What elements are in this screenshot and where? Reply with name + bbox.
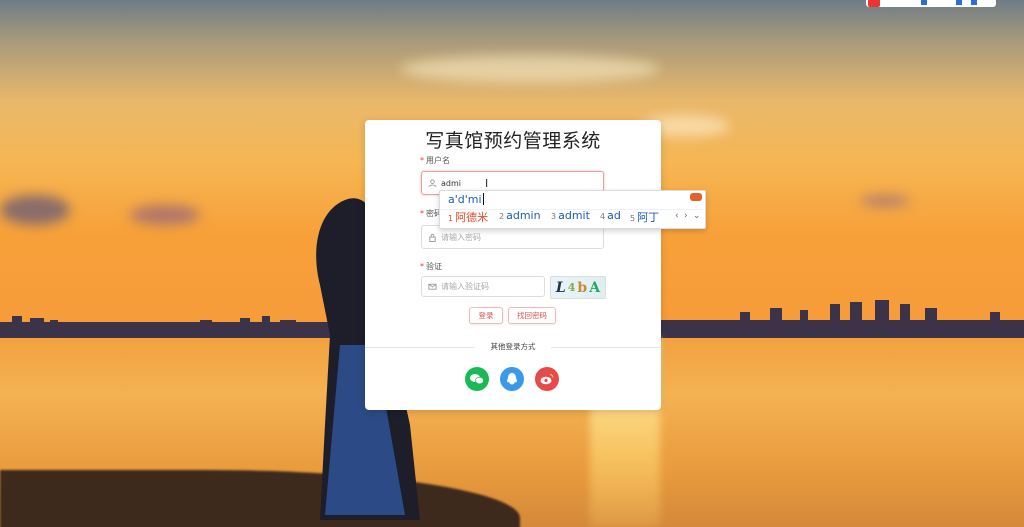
ime-expand-icon[interactable]: ⌄ bbox=[693, 211, 701, 221]
text-cursor-icon: I bbox=[485, 177, 489, 190]
ime-candidate[interactable]: 1 阿德米 bbox=[448, 209, 488, 225]
qq-icon bbox=[507, 373, 517, 385]
ime-candidate[interactable]: 3 admit bbox=[551, 209, 590, 222]
find-password-button[interactable]: 找回密码 bbox=[508, 307, 556, 324]
cloud bbox=[130, 205, 200, 225]
wechat-icon bbox=[470, 374, 484, 385]
weibo-icon bbox=[540, 373, 554, 385]
cloud bbox=[860, 195, 910, 207]
cloud bbox=[0, 195, 70, 225]
captcha-char: b bbox=[577, 279, 588, 296]
ime-skin-icon[interactable] bbox=[690, 193, 702, 201]
ime-candidate[interactable]: 5 阿丁 bbox=[630, 209, 659, 225]
login-button[interactable]: 登录 bbox=[469, 307, 503, 324]
toolbar-icon[interactable] bbox=[971, 0, 977, 5]
ime-candidate-window: a'd'mi 1 阿德米 2 admin 3 admit 4 ad 5 阿丁 ‹ › ⌄ bbox=[439, 190, 706, 229]
cloud bbox=[400, 55, 660, 83]
ime-candidate[interactable]: 2 admin bbox=[499, 209, 541, 222]
toolbar-icon[interactable] bbox=[956, 0, 962, 5]
captcha-image[interactable]: L 4 b A bbox=[550, 276, 606, 299]
ime-prev-icon[interactable]: ‹ bbox=[675, 211, 679, 221]
wechat-login-button[interactable] bbox=[465, 367, 489, 391]
ime-composition: a'd'mi bbox=[448, 193, 482, 206]
captcha-field[interactable]: 请输入验证码 bbox=[421, 276, 545, 297]
ime-next-icon[interactable]: › bbox=[684, 211, 688, 221]
page-title: 写真馆预约管理系统 bbox=[425, 130, 601, 152]
browser-toolbar-strip bbox=[866, 0, 996, 7]
mail-icon bbox=[428, 283, 437, 290]
other-login-label: 其他登录方式 bbox=[475, 341, 551, 352]
login-panel: 写真馆预约管理系统 * 用户名 admi I * 密码 请输入密码 * 验证 请输入验… bbox=[365, 120, 661, 410]
password-placeholder: 请输入密码 bbox=[441, 232, 481, 242]
qq-login-button[interactable] bbox=[500, 367, 524, 391]
captcha-placeholder: 请输入验证码 bbox=[441, 282, 489, 291]
weibo-login-button[interactable] bbox=[535, 367, 559, 391]
captcha-char: A bbox=[589, 279, 601, 296]
username-label: * 用户名 bbox=[420, 156, 450, 165]
user-icon bbox=[428, 178, 437, 187]
app-logo-icon bbox=[868, 0, 880, 7]
captcha-label: * 验证 bbox=[420, 262, 442, 271]
captcha-char: 4 bbox=[567, 281, 576, 294]
lock-icon bbox=[429, 233, 436, 242]
ime-candidate[interactable]: 4 ad bbox=[600, 209, 621, 222]
username-value: admi bbox=[441, 178, 461, 188]
toolbar-icon[interactable] bbox=[921, 0, 927, 5]
captcha-char: L bbox=[555, 279, 566, 296]
